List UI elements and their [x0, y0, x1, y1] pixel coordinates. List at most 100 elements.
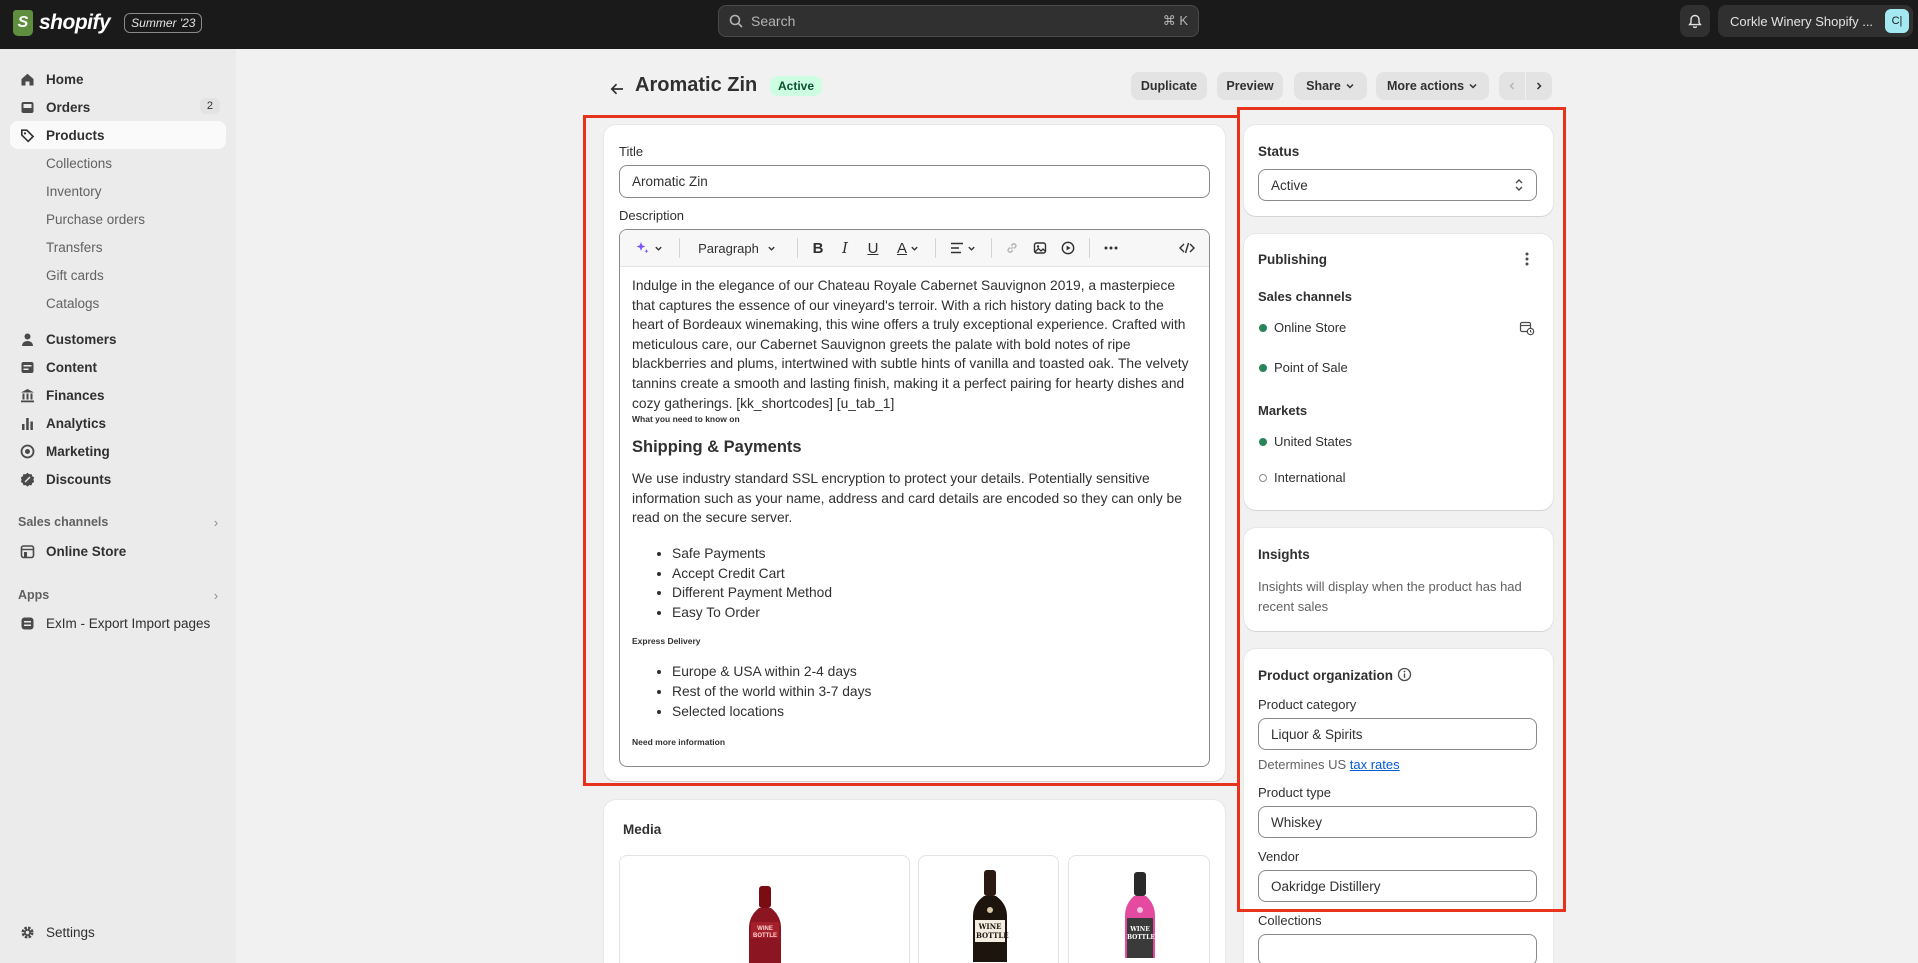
sidebar-item-analytics[interactable]: Analytics [10, 409, 226, 437]
status-dot-active [1259, 364, 1267, 372]
italic-button[interactable]: I [835, 238, 855, 258]
product-type-label: Product type [1258, 785, 1331, 800]
wine-bottle-dark-image [973, 870, 1007, 962]
toolbar-divider [679, 238, 680, 258]
insert-image-button[interactable] [1030, 238, 1050, 258]
publishing-menu-button[interactable] [1517, 248, 1537, 270]
back-button[interactable] [604, 76, 630, 102]
home-icon [21, 73, 34, 86]
sidebar-item-online-store[interactable]: Online Store [10, 537, 226, 565]
text-color-icon: A [896, 239, 907, 257]
media-heading: Media [623, 822, 662, 837]
sidebar-subitem-transfers[interactable]: Transfers [10, 233, 226, 261]
status-select[interactable]: Active [1258, 169, 1537, 201]
sidebar-item-customers[interactable]: Customers [10, 325, 226, 353]
title-input[interactable]: Aromatic Zin [619, 165, 1210, 198]
list-item: Safe Payments [672, 544, 1192, 564]
sidebar-subitem-gift-cards[interactable]: Gift cards [10, 261, 226, 289]
description-label: Description [619, 208, 685, 223]
link-icon [1007, 243, 1017, 253]
more-vertical-icon [1525, 252, 1529, 266]
sidebar-item-products[interactable]: Products [10, 121, 226, 149]
tax-note-text: Determines US [1258, 757, 1347, 772]
more-formatting-button[interactable] [1100, 238, 1122, 258]
apps-heading[interactable]: Apps › [18, 588, 218, 603]
market-international: International [1274, 470, 1346, 485]
discount-icon [20, 472, 35, 487]
media-item[interactable]: WINE BOTTLE [918, 855, 1059, 963]
bar-chart-icon [22, 418, 33, 430]
status-dot-active [1259, 438, 1267, 446]
sidebar-item-content[interactable]: Content [10, 353, 226, 381]
tax-rates-link[interactable]: tax rates [1350, 757, 1400, 772]
bold-icon: B [812, 239, 824, 257]
more-horizontal-icon [1104, 246, 1118, 250]
duplicate-button[interactable]: Duplicate [1131, 72, 1207, 100]
store-menu-button[interactable]: Corkle Winery Shopify ... C| [1718, 5, 1913, 37]
previous-product-button[interactable] [1499, 72, 1525, 100]
more-actions-button[interactable]: More actions [1376, 72, 1489, 100]
product-category-input[interactable]: Liquor & Spirits [1258, 718, 1537, 750]
sales-channels-label: Sales channels [18, 515, 109, 529]
tag-icon [21, 129, 35, 143]
gear-icon [21, 926, 34, 939]
vendor-input[interactable]: Oakridge Distillery [1258, 870, 1537, 902]
product-type-input[interactable]: Whiskey [1258, 806, 1537, 838]
sidebar-subitem-purchase-orders[interactable]: Purchase orders [10, 205, 226, 233]
preview-button[interactable]: Preview [1217, 72, 1283, 100]
ai-generate-button[interactable] [634, 238, 664, 258]
sidebar-subitem-catalogs[interactable]: Catalogs [10, 289, 226, 317]
sidebar-item-finances[interactable]: Finances [10, 381, 226, 409]
schedule-publish-button[interactable] [1519, 320, 1535, 336]
insert-video-button[interactable] [1058, 238, 1078, 258]
sidebar-item-label: Online Store [46, 543, 127, 559]
edition-badge: Summer '23 [124, 13, 203, 33]
align-button[interactable] [946, 238, 980, 258]
toolbar-divider [797, 238, 798, 258]
html-source-button[interactable] [1176, 238, 1198, 258]
store-icon [20, 545, 35, 559]
search-shortcut: ⌘ K [1162, 13, 1188, 28]
sidebar-item-settings[interactable]: Settings [10, 918, 226, 946]
notifications-button[interactable] [1680, 5, 1710, 37]
sidebar-item-discounts[interactable]: Discounts [10, 465, 226, 493]
calendar-clock-icon [1519, 321, 1535, 336]
know-on-text: What you need to know on [632, 414, 740, 425]
sidebar-item-label: Inventory [46, 183, 102, 199]
paragraph-style-label: Paragraph [698, 240, 759, 256]
info-button[interactable] [1397, 667, 1412, 682]
share-button[interactable]: Share [1294, 72, 1367, 100]
sidebar-item-home[interactable]: Home [10, 65, 226, 93]
paragraph-style-select[interactable]: Paragraph [692, 238, 782, 258]
image-icon [1033, 242, 1047, 254]
description-editor[interactable]: Paragraph B I U A Indulge in the eleganc… [619, 229, 1210, 767]
express-heading: Express Delivery [632, 636, 701, 647]
collections-input[interactable] [1258, 934, 1537, 963]
search-bar[interactable]: Search ⌘ K [718, 5, 1199, 37]
text-color-button[interactable]: A [892, 238, 924, 258]
sidebar-item-exim-app[interactable]: ExIm - Export Import pages [10, 609, 226, 637]
button-label: Preview [1226, 79, 1274, 93]
tax-note: Determines US tax rates [1258, 757, 1400, 772]
bold-button[interactable]: B [808, 238, 828, 258]
media-item[interactable]: WINE BOTTLE [1068, 855, 1210, 963]
orders-count-badge: 2 [199, 98, 220, 114]
link-button[interactable] [1002, 238, 1022, 258]
media-item[interactable]: WINE BOTTLE [619, 855, 910, 963]
sales-channels-label: Sales channels [1258, 289, 1352, 304]
sidebar-subitem-collections[interactable]: Collections [10, 149, 226, 177]
sidebar-item-label: Customers [46, 331, 117, 347]
apps-label: Apps [18, 588, 50, 602]
sales-channels-heading[interactable]: Sales channels › [18, 515, 218, 530]
underline-button[interactable]: U [863, 238, 883, 258]
sidebar-subitem-inventory[interactable]: Inventory [10, 177, 226, 205]
next-product-button[interactable] [1526, 72, 1552, 100]
description-content[interactable]: Indulge in the elegance of our Chateau R… [632, 276, 1192, 748]
chevron-down-icon [768, 246, 775, 251]
sidebar-item-marketing[interactable]: Marketing [10, 437, 226, 465]
sidebar-item-orders[interactable]: Orders 2 [10, 93, 226, 121]
sidebar-item-label: Home [46, 71, 84, 87]
shopify-logo[interactable]: S shopify Summer '23 [13, 10, 203, 36]
play-circle-icon [1061, 241, 1075, 255]
target-icon [20, 444, 35, 459]
